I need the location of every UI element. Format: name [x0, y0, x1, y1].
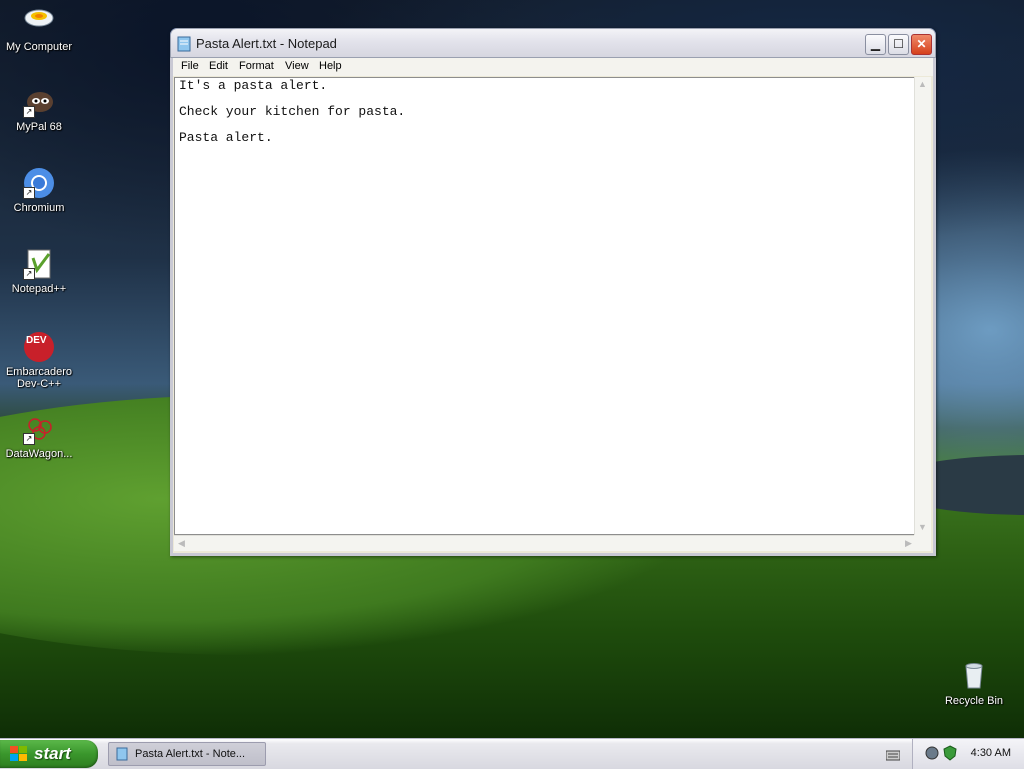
desktop-icon-label: Notepad++: [11, 283, 67, 295]
taskbar-item-label: Pasta Alert.txt - Note...: [135, 748, 246, 760]
desktop: My Computer ↗ MyPal 68 ↗ Chromium ↗ Note…: [0, 0, 1024, 738]
window-title: Pasta Alert.txt - Notepad: [196, 36, 337, 51]
desktop-icon-devcpp[interactable]: DEV Embarcadero Dev-C++: [0, 331, 78, 390]
network-icon[interactable]: [925, 746, 939, 765]
keyboard-icon[interactable]: [885, 748, 901, 761]
notepad-icon: [177, 36, 191, 52]
desktop-icon-chromium[interactable]: ↗ Chromium: [0, 167, 78, 214]
menu-format[interactable]: Format: [236, 60, 277, 72]
maximize-button[interactable]: ☐: [888, 34, 909, 55]
taskbar: start Pasta Alert.txt - Note... 4:30 AM: [0, 738, 1024, 769]
text-line: It's a pasta alert.: [179, 78, 328, 93]
desktop-icon-label: Recycle Bin: [944, 695, 1004, 707]
desktop-icon-recycle-bin[interactable]: Recycle Bin: [935, 660, 1013, 707]
horizontal-scrollbar[interactable]: ◀ ▶: [174, 535, 916, 551]
shortcut-arrow-icon: ↗: [23, 433, 35, 445]
datawagon-icon: ↗: [23, 413, 55, 445]
shortcut-arrow-icon: ↗: [23, 187, 35, 199]
desktop-icon-label: My Computer: [5, 41, 73, 53]
menu-file[interactable]: File: [178, 60, 202, 72]
notepad-icon: [116, 747, 128, 761]
my-computer-icon: [23, 6, 55, 38]
start-label: start: [34, 744, 71, 763]
system-tray: 4:30 AM: [912, 739, 1024, 769]
close-button[interactable]: ✕: [911, 34, 932, 55]
mypal-icon: ↗: [23, 86, 55, 118]
window-frame: File Edit Format View Help It's a pasta …: [170, 58, 936, 556]
shortcut-arrow-icon: ↗: [23, 268, 35, 280]
desktop-icon-mypal[interactable]: ↗ MyPal 68: [0, 86, 78, 133]
notepad-window[interactable]: Pasta Alert.txt - Notepad ▁ ☐ ✕ File Edi…: [170, 28, 936, 556]
start-button[interactable]: start: [0, 740, 98, 768]
title-bar[interactable]: Pasta Alert.txt - Notepad ▁ ☐ ✕: [170, 28, 936, 58]
scroll-down-arrow-icon[interactable]: ▼: [915, 520, 930, 535]
vertical-scrollbar[interactable]: ▲ ▼: [914, 77, 931, 535]
windows-logo-icon: [10, 746, 28, 762]
devcpp-badge: DEV: [26, 335, 47, 346]
desktop-icon-notepad-plus-plus[interactable]: ↗ Notepad++: [0, 248, 78, 295]
chromium-icon: ↗: [23, 167, 55, 199]
taskbar-item-notepad[interactable]: Pasta Alert.txt - Note...: [108, 742, 266, 766]
desktop-icon-label: Chromium: [13, 202, 65, 214]
text-area[interactable]: It's a pasta alert. Check your kitchen f…: [179, 78, 914, 534]
notepad-plus-plus-icon: ↗: [23, 248, 55, 280]
devcpp-icon: DEV: [23, 331, 55, 363]
desktop-icon-label: MyPal 68: [16, 121, 62, 133]
text-line: Pasta alert.: [179, 130, 273, 145]
clock: 4:30 AM: [970, 747, 1011, 759]
desktop-icon-my-computer[interactable]: My Computer: [0, 6, 78, 53]
menu-edit[interactable]: Edit: [206, 60, 231, 72]
menu-view[interactable]: View: [282, 60, 312, 72]
resize-grip-icon[interactable]: [914, 535, 931, 551]
menu-bar: File Edit Format View Help: [173, 58, 933, 76]
menu-help[interactable]: Help: [316, 60, 345, 72]
scroll-left-arrow-icon[interactable]: ◀: [174, 536, 189, 551]
text-line: Check your kitchen for pasta.: [179, 104, 406, 119]
shortcut-arrow-icon: ↗: [23, 106, 35, 118]
desktop-icon-label: Embarcadero: [5, 366, 73, 378]
minimize-button[interactable]: ▁: [865, 34, 886, 55]
desktop-icon-label: DataWagon...: [5, 448, 73, 460]
scroll-up-arrow-icon[interactable]: ▲: [915, 77, 930, 92]
desktop-icon-datawagon[interactable]: ↗ DataWagon...: [0, 413, 78, 460]
security-icon[interactable]: [943, 745, 957, 766]
desktop-icon-label: Dev-C++: [16, 378, 62, 390]
recycle-bin-icon: [958, 660, 990, 692]
text-editor[interactable]: It's a pasta alert. Check your kitchen f…: [174, 77, 916, 535]
